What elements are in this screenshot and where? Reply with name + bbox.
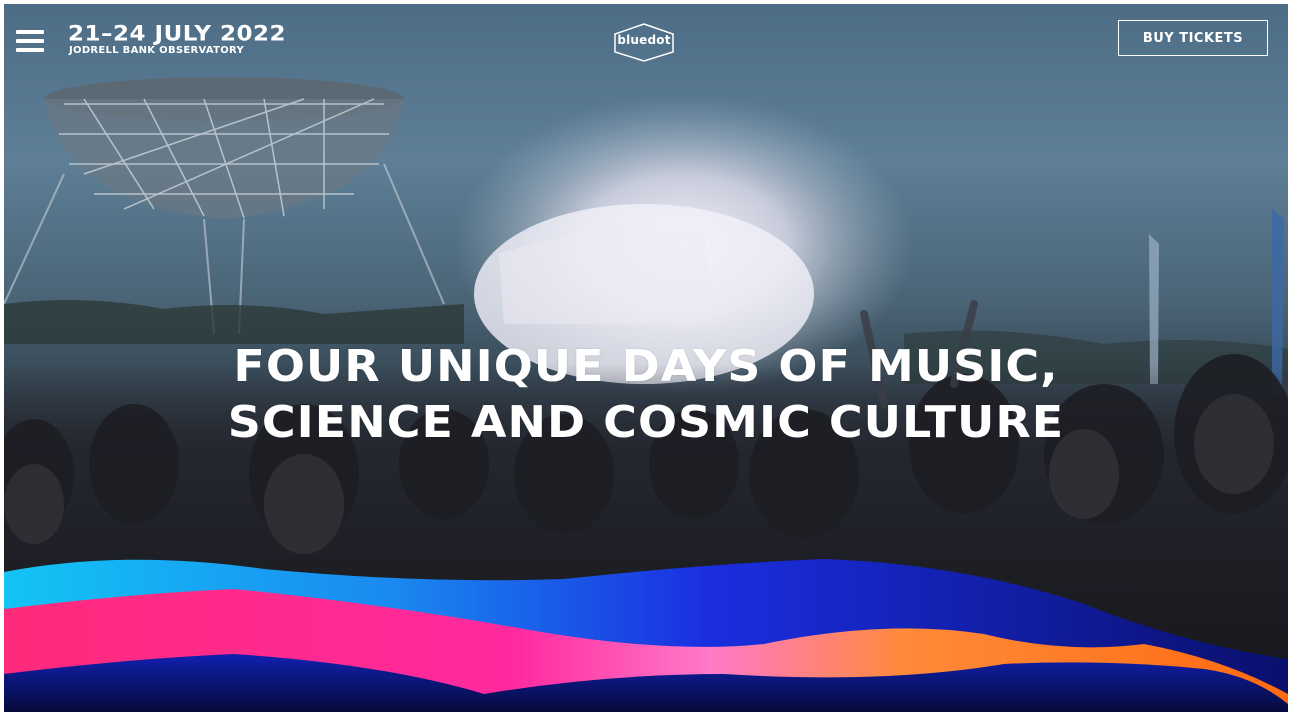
buy-tickets-button[interactable]: BUY TICKETS: [1118, 20, 1268, 56]
hero-section: 21–24 JULY 2022 JODRELL BANK OBSERVATORY…: [4, 4, 1288, 712]
logo-text: bluedot: [617, 33, 671, 47]
headline-line-2: SCIENCE AND COSMIC CULTURE: [227, 396, 1065, 448]
event-dates: 21–24 JULY 2022: [68, 22, 287, 46]
bluedot-logo[interactable]: bluedot: [612, 22, 676, 62]
event-venue: JODRELL BANK OBSERVATORY: [69, 45, 245, 56]
hero-headline: FOUR UNIQUE DAYS OF MUSIC, SCIENCE AND C…: [4, 338, 1288, 450]
hamburger-menu-icon[interactable]: [16, 28, 46, 54]
headline-line-1: FOUR UNIQUE DAYS OF MUSIC,: [233, 340, 1059, 392]
